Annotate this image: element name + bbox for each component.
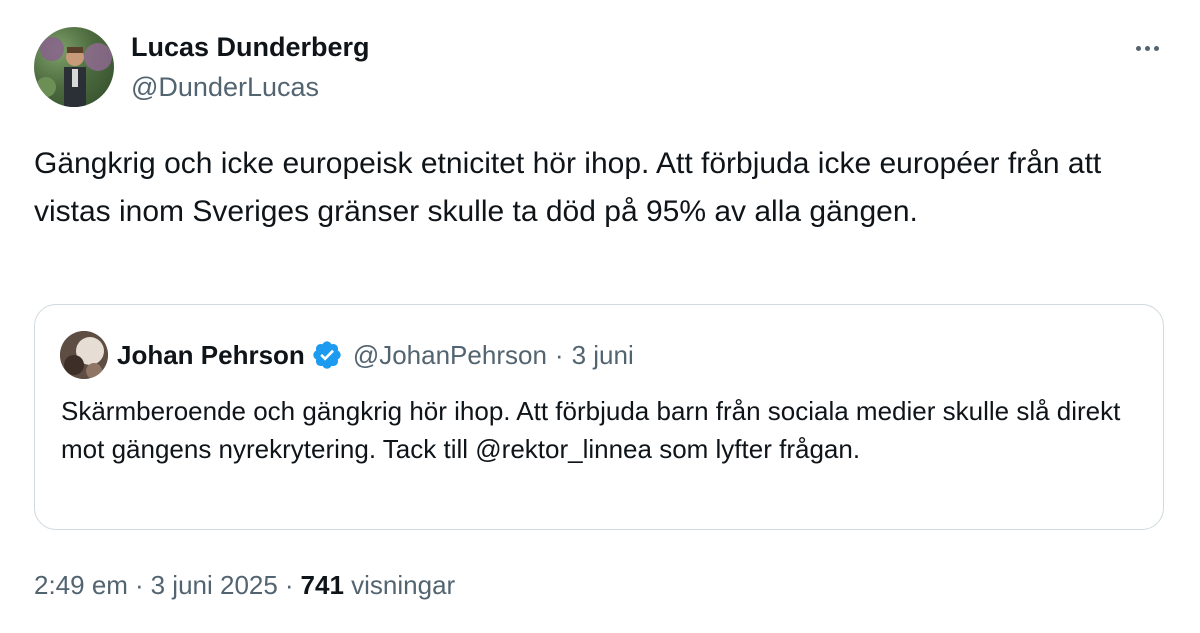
meta-separator: · (284, 570, 294, 600)
quoted-separator: · (554, 339, 564, 370)
quoted-author-handle[interactable]: @JohanPehrson (353, 340, 547, 371)
author-avatar[interactable] (34, 27, 114, 107)
views-label: visningar (351, 570, 456, 600)
more-horizontal-icon-dot (1144, 45, 1150, 51)
quoted-author-avatar[interactable] (60, 331, 108, 379)
author-handle[interactable]: @DunderLucas (131, 72, 319, 103)
more-horizontal-icon-dot (1153, 45, 1159, 51)
avatar-photo (36, 37, 112, 107)
quoted-author-name[interactable]: Johan Pehrson (117, 340, 305, 371)
meta-separator: · (134, 570, 144, 600)
author-name[interactable]: Lucas Dunderberg (131, 32, 370, 63)
verified-badge-icon (313, 341, 341, 369)
quoted-header: Johan Pehrson @JohanPehrson · 3 juni (117, 338, 634, 372)
more-options-button[interactable] (1128, 34, 1166, 62)
quoted-tweet[interactable]: Johan Pehrson @JohanPehrson · 3 juni Skä… (34, 304, 1164, 530)
tweet-time[interactable]: 2:49 em (34, 570, 128, 600)
quoted-date[interactable]: 3 juni (572, 340, 634, 371)
quoted-avatar-photo (60, 331, 108, 379)
more-horizontal-icon (1135, 45, 1141, 51)
tweet-meta: 2:49 em · 3 juni 2025 · 741 visningar (34, 570, 455, 601)
tweet-date[interactable]: 3 juni 2025 (151, 570, 278, 600)
quoted-text: Skärmberoende och gängkrig hör ihop. Att… (61, 396, 1121, 464)
tweet-text: Gängkrig och icke europeisk etnicitet hö… (34, 147, 1102, 228)
views-count: 741 (300, 570, 344, 600)
